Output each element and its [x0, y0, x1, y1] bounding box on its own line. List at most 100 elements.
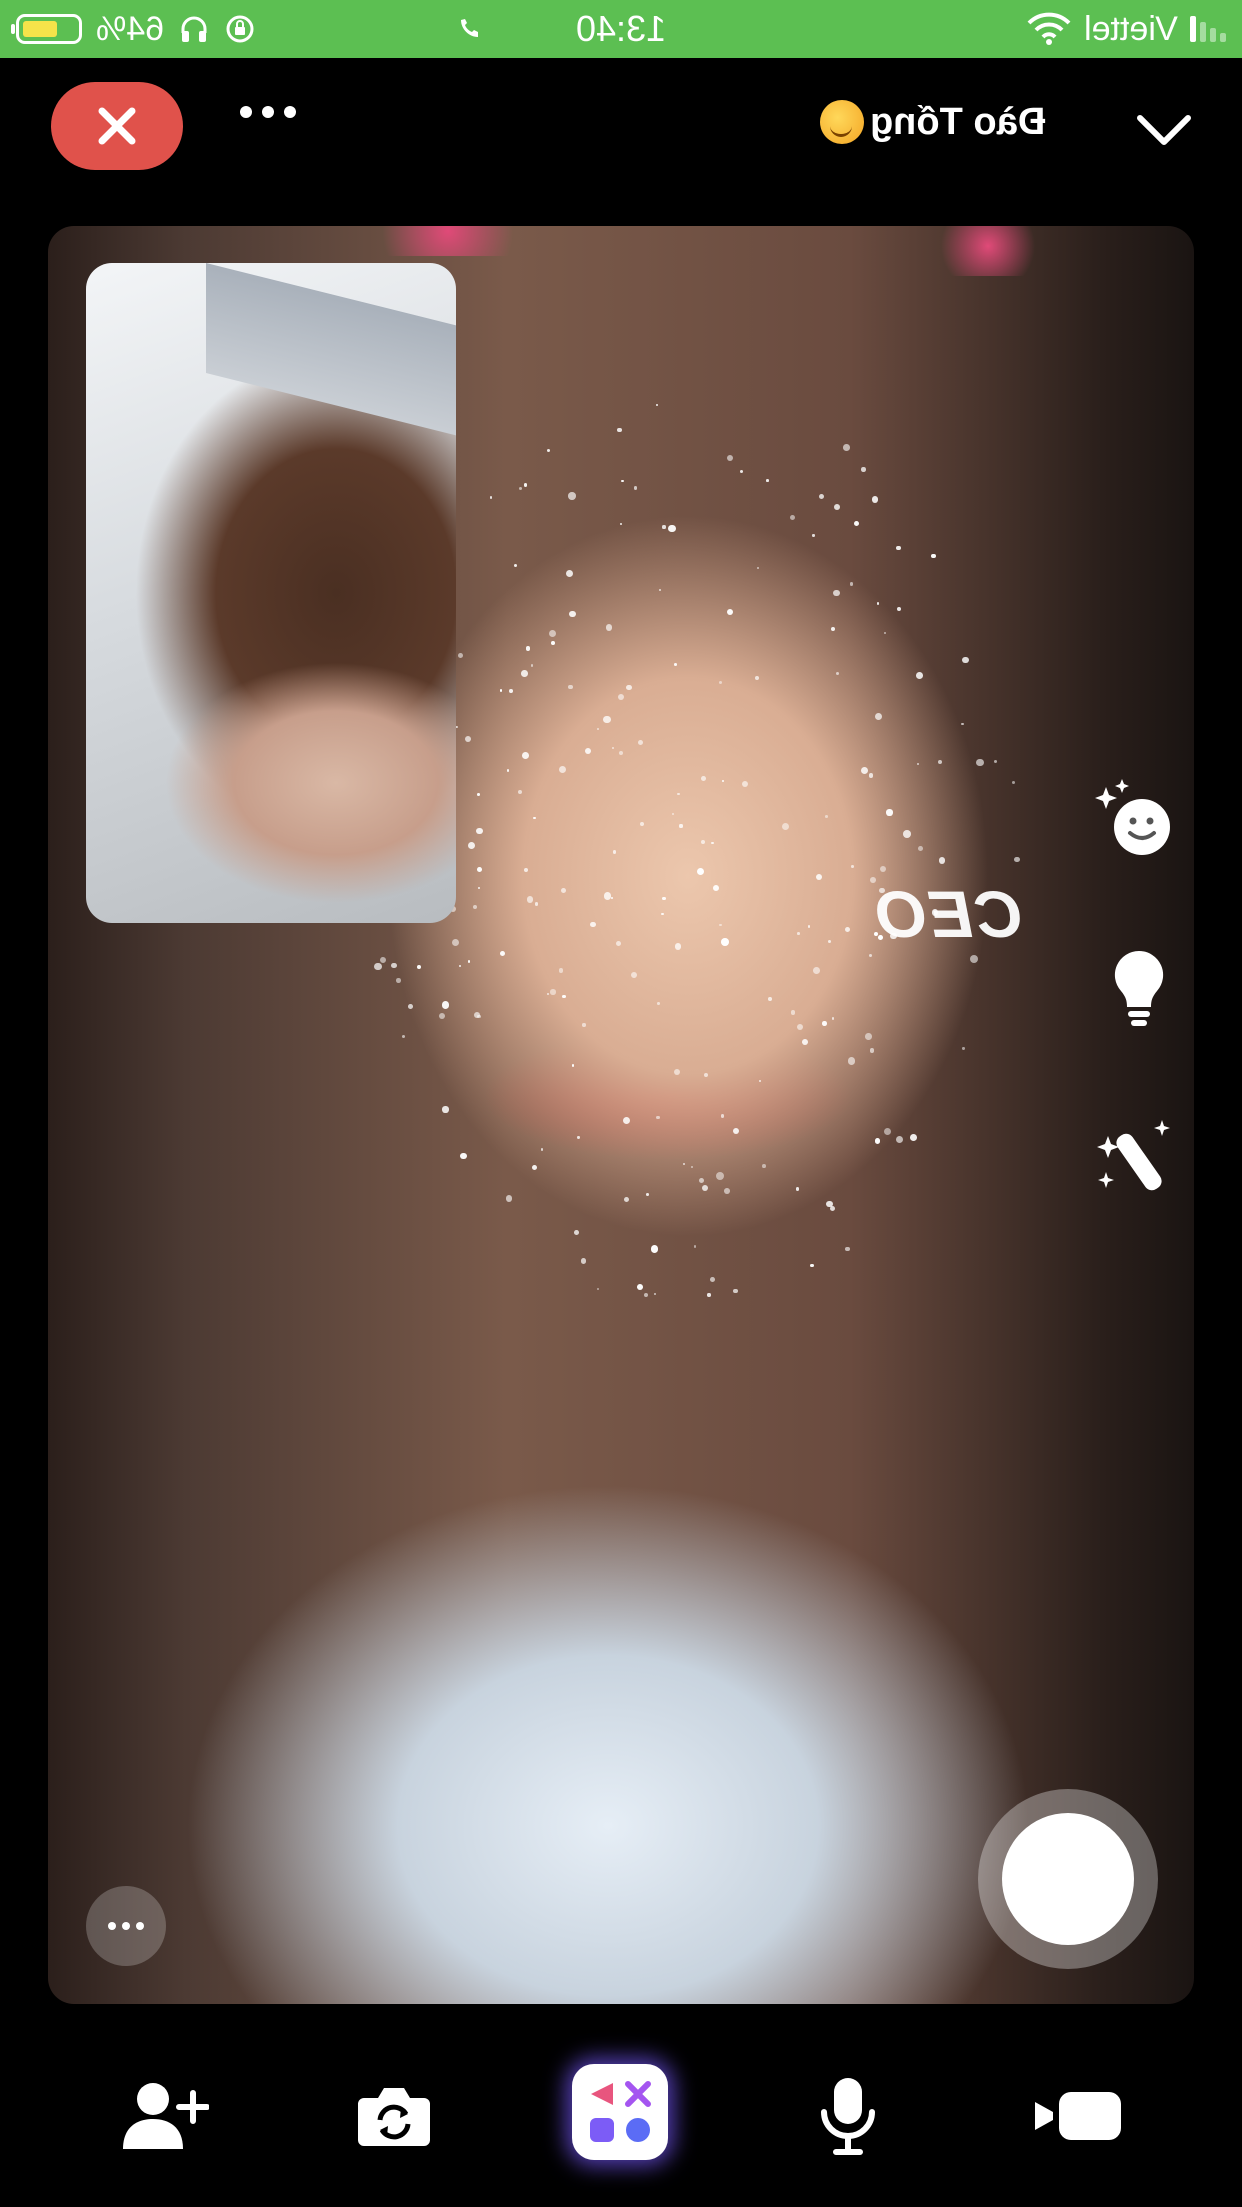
sparkle: [768, 997, 773, 1001]
sparkle: [861, 467, 866, 472]
sparkle: [407, 1003, 413, 1009]
sparkle: [698, 1177, 705, 1184]
sparkle: [617, 427, 622, 432]
sparkle: [1011, 780, 1016, 785]
sparkle: [970, 955, 979, 964]
contact-emoji-icon: [820, 100, 864, 144]
sparkle: [550, 641, 555, 646]
sparkle: [1014, 856, 1021, 863]
sparkle: [844, 927, 850, 933]
phone-call-icon: [461, 19, 479, 37]
sparkle: [797, 931, 800, 935]
sparkle: [676, 792, 680, 796]
sparkle: [739, 469, 743, 474]
sparkle: [460, 1152, 467, 1160]
sparkle: [477, 1014, 481, 1019]
sparkle: [582, 1023, 586, 1027]
sparkle: [849, 581, 854, 586]
sparkle: [499, 689, 503, 692]
sparkle: [523, 867, 528, 873]
sparkle: [789, 514, 796, 520]
sparkle: [477, 866, 483, 872]
sparkle: [568, 684, 574, 690]
sparkle: [845, 1246, 850, 1252]
sparkle: [790, 1010, 796, 1015]
magic-effects-button[interactable]: [1090, 1114, 1180, 1204]
signal-icon: [1190, 16, 1226, 42]
sparkle: [903, 830, 912, 838]
sparkle: [756, 566, 760, 570]
video-toggle-button[interactable]: [1028, 2066, 1128, 2166]
sparkle: [568, 492, 576, 500]
face-effects-button[interactable]: [1090, 775, 1180, 865]
sparkle: [396, 978, 401, 983]
video-camera-icon: [1035, 2092, 1121, 2140]
sparkle: [565, 569, 574, 577]
sparkle: [530, 664, 534, 667]
sparkle: [531, 1164, 538, 1171]
sparkle: [605, 623, 613, 631]
sparkle: [703, 1073, 709, 1078]
pip-background: [206, 263, 456, 438]
sparkle: [633, 486, 638, 490]
contact-name-header[interactable]: Đào Tống: [820, 100, 1045, 144]
sparkle: [718, 681, 722, 685]
sparkle: [615, 940, 621, 946]
sparkle: [509, 688, 513, 693]
sparkle: [533, 816, 536, 820]
effects-button[interactable]: [572, 2064, 668, 2160]
sparkle: [720, 1114, 724, 1118]
sparkle: [807, 925, 811, 928]
sparkle: [569, 610, 576, 618]
chevron-down-icon[interactable]: [1134, 100, 1194, 160]
add-person-icon: [123, 2083, 209, 2149]
sparkle: [668, 524, 676, 533]
video-more-button[interactable]: [86, 1886, 166, 1966]
sparkle: [812, 966, 820, 974]
sparkle: [938, 857, 946, 864]
sparkle: [549, 630, 557, 638]
lighting-button[interactable]: [1094, 944, 1184, 1034]
sparkle: [828, 939, 832, 943]
sparkle: [505, 1195, 513, 1202]
sparkle: [701, 839, 706, 844]
sparkle: [525, 645, 531, 651]
sparkle: [612, 849, 617, 854]
sparkle: [758, 1079, 762, 1082]
sparkle: [374, 962, 382, 971]
sparkle: [822, 1021, 827, 1026]
sparkle: [897, 606, 902, 612]
sparkle: [796, 1023, 804, 1030]
sparkle: [489, 496, 493, 499]
sparkle: [831, 1017, 835, 1020]
sparkle: [610, 896, 614, 900]
flower-crown-effect: [358, 226, 538, 256]
sparkle: [622, 1117, 631, 1125]
sparkle: [993, 759, 998, 763]
sparkle: [513, 563, 518, 567]
sparkle: [546, 448, 551, 452]
flower-crown-effect-right: [928, 226, 1048, 276]
sparkle: [655, 404, 658, 407]
sparkle: [931, 553, 936, 559]
sparkle: [630, 971, 637, 978]
add-person-button[interactable]: [114, 2066, 214, 2166]
more-options-icon[interactable]: [240, 106, 296, 118]
sparkle: [646, 1193, 650, 1196]
sparkle: [506, 768, 510, 772]
capture-button[interactable]: [978, 1789, 1158, 1969]
sparkle: [547, 993, 550, 996]
self-view-video[interactable]: [86, 263, 456, 923]
magic-wand-icon: [1097, 1120, 1170, 1191]
sparkle: [662, 525, 666, 529]
sparkle: [726, 609, 733, 616]
sparkle: [521, 751, 529, 759]
end-call-button[interactable]: [51, 82, 183, 170]
contact-name: Đào Tống: [870, 100, 1046, 143]
flip-camera-button[interactable]: [344, 2066, 444, 2166]
sparkle: [577, 1136, 580, 1139]
sparkle: [860, 766, 868, 774]
microphone-button[interactable]: [798, 2066, 898, 2166]
sparkle: [871, 495, 879, 503]
sparkle: [869, 953, 873, 957]
